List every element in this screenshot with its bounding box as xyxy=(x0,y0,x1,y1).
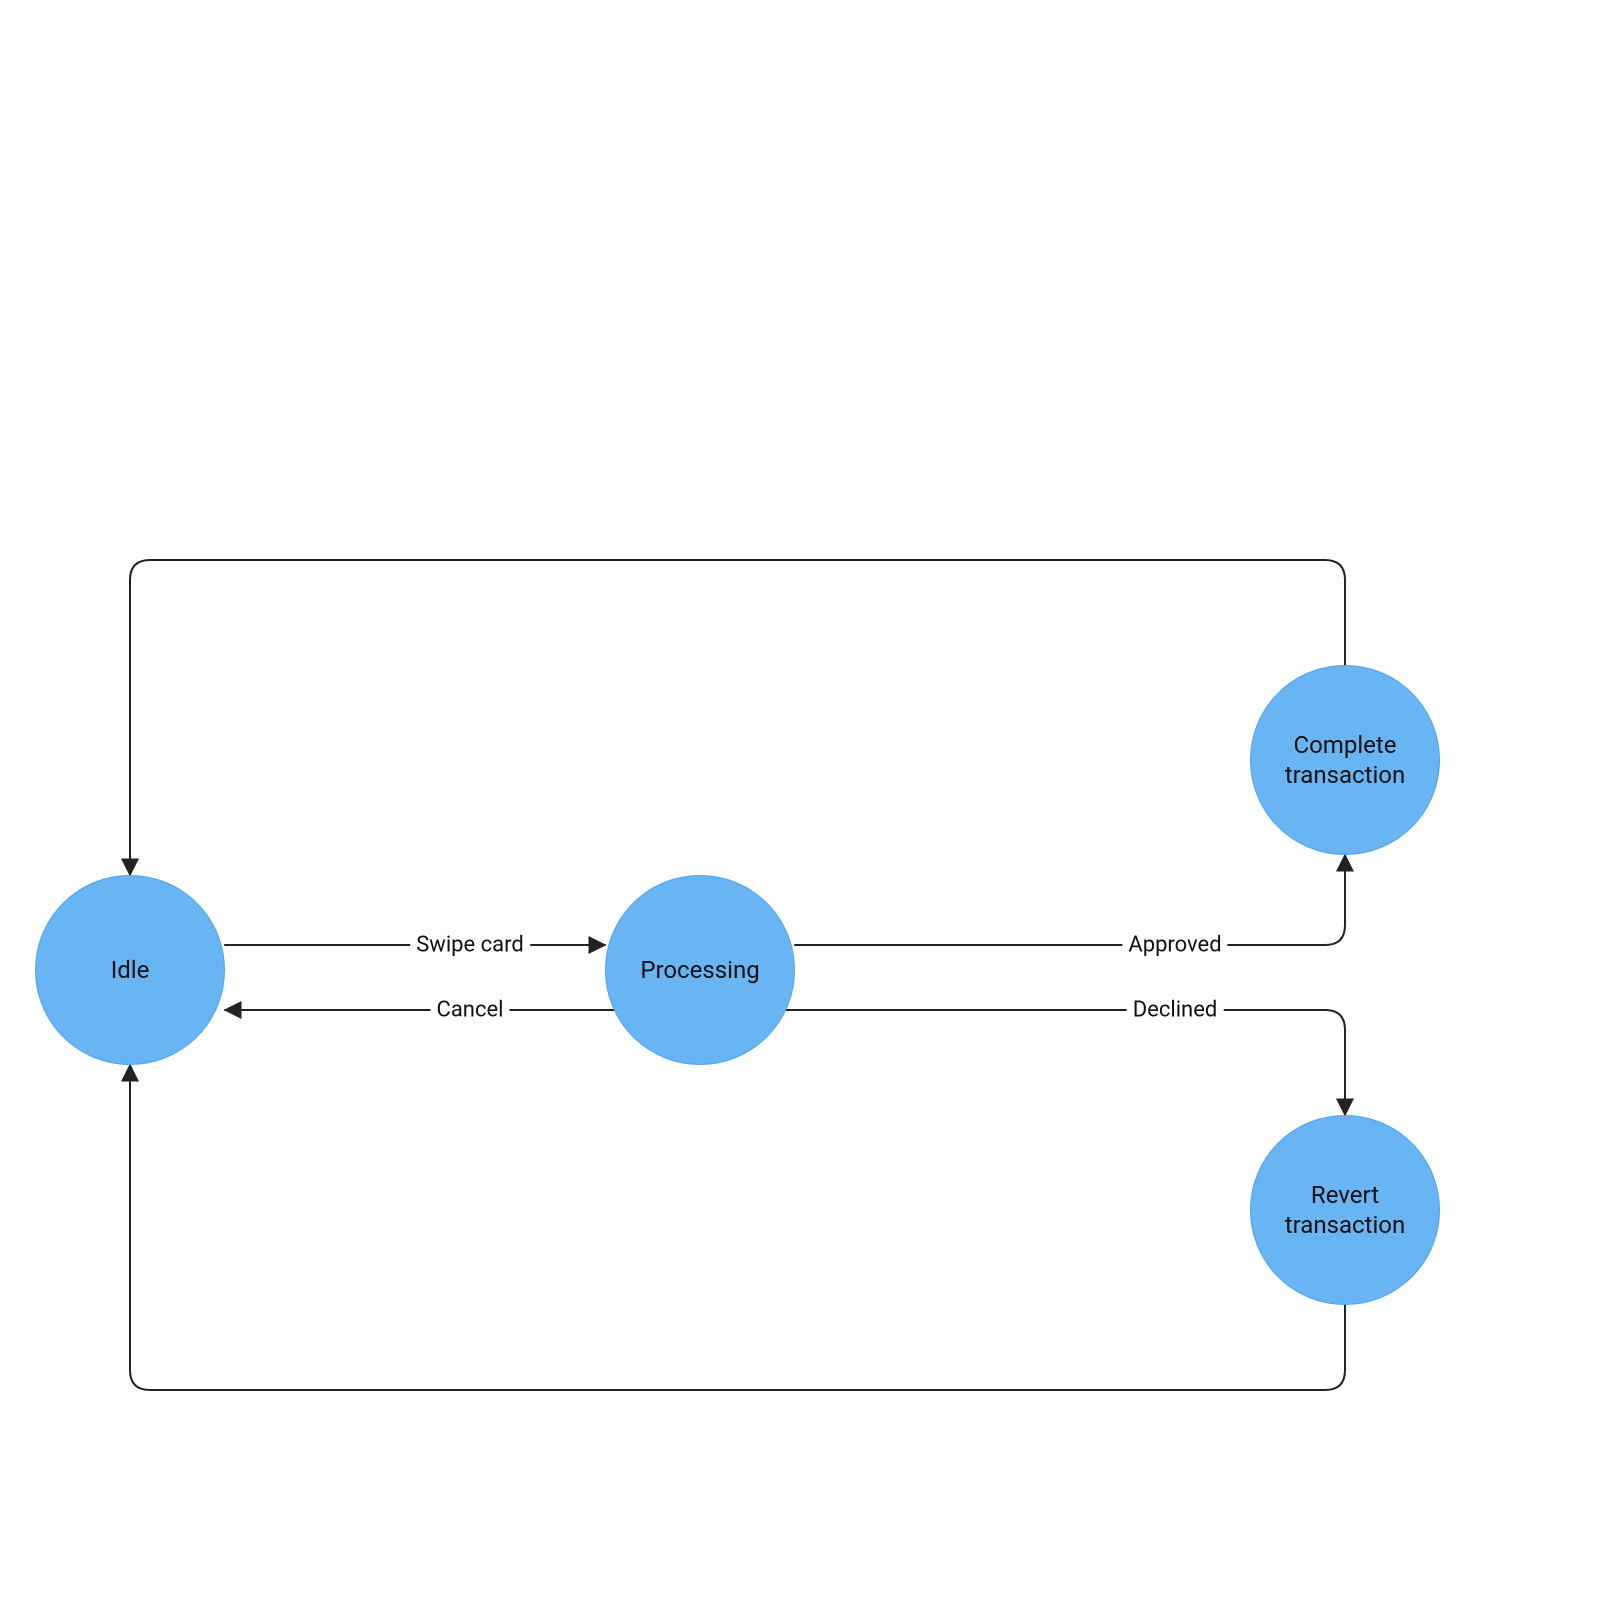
edge-complete-to-idle xyxy=(130,560,1345,875)
edge-label-cancel: Cancel xyxy=(431,998,510,1023)
state-processing-label: Processing xyxy=(640,955,759,985)
state-complete-transaction[interactable]: Complete transaction xyxy=(1250,665,1440,855)
state-complete-label-line1: Complete xyxy=(1294,731,1397,759)
state-diagram-canvas: Swipe card Cancel Approved Declined Idle… xyxy=(0,0,1600,1600)
state-idle-label: Idle xyxy=(111,955,150,985)
state-idle[interactable]: Idle xyxy=(35,875,225,1065)
edge-label-approved: Approved xyxy=(1122,933,1227,958)
edge-declined xyxy=(786,1010,1345,1115)
edge-label-declined: Declined xyxy=(1127,998,1224,1023)
state-revert-label-line2: transaction xyxy=(1285,1211,1405,1239)
state-revert-label: Revert transaction xyxy=(1285,1180,1405,1240)
state-revert-label-line1: Revert xyxy=(1311,1181,1379,1209)
state-revert-transaction[interactable]: Revert transaction xyxy=(1250,1115,1440,1305)
edge-revert-to-idle xyxy=(130,1065,1345,1390)
state-complete-label: Complete transaction xyxy=(1285,730,1405,790)
edge-approved xyxy=(795,855,1345,945)
state-processing[interactable]: Processing xyxy=(605,875,795,1065)
edge-label-swipe-card: Swipe card xyxy=(410,933,530,958)
state-complete-label-line2: transaction xyxy=(1285,761,1405,789)
